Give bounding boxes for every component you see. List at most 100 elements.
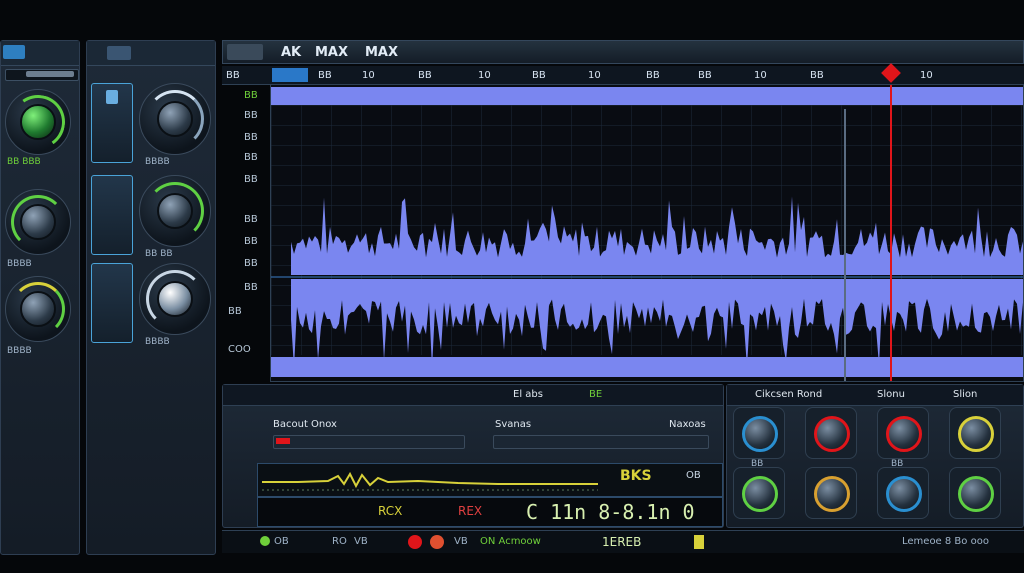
status-left-b: RO — [332, 536, 347, 547]
transport-title: Bacout Onox — [273, 419, 337, 430]
channel-select-1[interactable] — [91, 83, 133, 163]
eq-header-c: Slion — [953, 389, 978, 400]
editor-header: AK MAX MAX — [222, 40, 1024, 64]
level-label: BB — [244, 214, 258, 225]
knob-label-2: BBBB — [7, 259, 32, 269]
rack-icon[interactable] — [107, 46, 131, 60]
header-tab-c[interactable]: MAX — [365, 45, 398, 60]
status-bar: OB RO VB VB ON Acmoow 1EREB Lemeoe 8 Bo … — [222, 530, 1024, 553]
readout-badge: RCX — [378, 504, 403, 518]
level-label: BB — [228, 306, 242, 317]
channel-knob-3[interactable] — [139, 263, 211, 335]
time-readout: C 11n 8-8.1n 0 — [526, 500, 695, 524]
channel-label-1: BBBB — [145, 157, 170, 167]
channel-select-3[interactable] — [91, 263, 133, 343]
status-left-d: VB — [454, 536, 468, 547]
ruler-label: BB — [646, 70, 660, 81]
level-meter-display: BKS OB — [257, 463, 723, 497]
header-menu-button[interactable] — [227, 44, 263, 60]
main-readout: RCX REX C 11n 8-8.1n 0 — [257, 497, 723, 527]
waveform-editor[interactable] — [270, 84, 1024, 382]
ruler-label: BB — [810, 70, 824, 81]
eq-knob-low-freq[interactable] — [733, 407, 785, 459]
eq-knob-shelf[interactable] — [877, 467, 929, 519]
ruler-label: BB — [698, 70, 712, 81]
level-label: BB — [244, 282, 258, 293]
eq-knob-mid-freq[interactable] — [733, 467, 785, 519]
level-label: BB — [244, 90, 258, 101]
rack-header — [87, 41, 215, 66]
status-left-c: VB — [354, 536, 368, 547]
status-left-a: OB — [274, 536, 289, 547]
level-label: BB — [244, 236, 258, 247]
ruler-label: BB — [532, 70, 546, 81]
strip-slider[interactable] — [5, 69, 79, 81]
knob-label-3: BBBB — [7, 346, 32, 356]
ruler-label: 10 — [588, 70, 601, 81]
ruler-label: 10 — [754, 70, 767, 81]
eq-knob-high-gain[interactable] — [949, 407, 1001, 459]
waveform-canvas — [271, 85, 1023, 381]
channel-knob-1[interactable] — [139, 83, 211, 155]
eq-header-a: Cikcsen Rond — [755, 389, 823, 400]
gain-knob-3[interactable] — [5, 276, 71, 342]
level-label: BB — [244, 132, 258, 143]
transport-top-value: BE — [589, 389, 603, 400]
channel-label-2: BB BB — [145, 249, 173, 259]
timeline-ruler[interactable]: BB BB 10 BB 10 BB 10 BB BB 10 BB 10 — [222, 63, 1024, 85]
transport-top-bar: El abs BE — [223, 385, 723, 406]
knob-label-1: BB BBB — [7, 157, 41, 167]
strip-header — [1, 41, 79, 66]
status-dot-green[interactable] — [260, 536, 270, 546]
record-icon[interactable] — [408, 535, 422, 549]
waveform-top-band — [271, 87, 1023, 105]
eq-knob-output[interactable] — [949, 467, 1001, 519]
track-level-labels: BB BB BB BB BB BB BB BB BB BB COO — [226, 86, 270, 382]
level-label: BB — [244, 174, 258, 185]
eq-panel: Cikcsen Rond Slonu Slion BB BB — [726, 384, 1024, 528]
meter-time: BKS — [620, 468, 652, 484]
transport-panel: El abs BE Bacout Onox Svanas Naxoas BKS … — [222, 384, 724, 528]
eq-knob-mid-gain[interactable] — [805, 467, 857, 519]
level-label: BB — [244, 258, 258, 269]
readout-badge-red: REX — [458, 504, 483, 518]
gain-knob-2[interactable] — [5, 189, 71, 255]
channel-select-2[interactable] — [91, 175, 133, 255]
transport-mid-label: Svanas — [495, 419, 532, 430]
ruler-label: 10 — [362, 70, 375, 81]
left-channel-strip: BB BBB BBBB BBBB — [0, 40, 80, 555]
status-right-b: Lemeoe 8 Bo ooo — [902, 536, 989, 547]
ruler-corner-label: BB — [226, 70, 240, 81]
playhead-marker-icon[interactable] — [881, 63, 901, 83]
level-label: COO — [228, 344, 251, 355]
meter-small: OB — [686, 470, 701, 481]
gain-knob-1[interactable] — [5, 89, 71, 155]
header-tab-b[interactable]: MAX — [315, 45, 348, 60]
eq-knob-high-freq[interactable] — [877, 407, 929, 459]
status-marker-icon[interactable] — [694, 535, 704, 549]
level-label: BB — [244, 110, 258, 121]
ruler-label: 10 — [478, 70, 491, 81]
status-center: ON Acmoow — [480, 536, 541, 547]
header-tab-a[interactable]: AK — [281, 45, 301, 60]
eq-knob-low-gain[interactable] — [805, 407, 857, 459]
volume-slider[interactable] — [493, 435, 709, 449]
channel-rack: BBBB BB BB BBBB — [86, 40, 216, 555]
eq-header-b: Slonu — [877, 389, 905, 400]
ruler-label: BB — [418, 70, 432, 81]
ruler-label: 10 — [920, 70, 933, 81]
stop-icon[interactable] — [430, 535, 444, 549]
meter-trace — [262, 471, 598, 491]
channel-label-3: BBBB — [145, 337, 170, 347]
waveform-bottom-band — [271, 357, 1023, 377]
status-right-a: 1EREB — [602, 535, 642, 549]
channel-knob-2[interactable] — [139, 175, 211, 247]
strip-icon[interactable] — [3, 45, 25, 59]
level-label: BB — [244, 152, 258, 163]
ruler-label: BB — [318, 70, 332, 81]
transport-top-mid: El abs — [513, 389, 543, 400]
position-slider[interactable] — [273, 435, 465, 449]
eq-header: Cikcsen Rond Slonu Slion — [727, 385, 1023, 406]
ruler-active-region — [272, 68, 308, 82]
transport-right-label: Naxoas — [669, 419, 706, 430]
